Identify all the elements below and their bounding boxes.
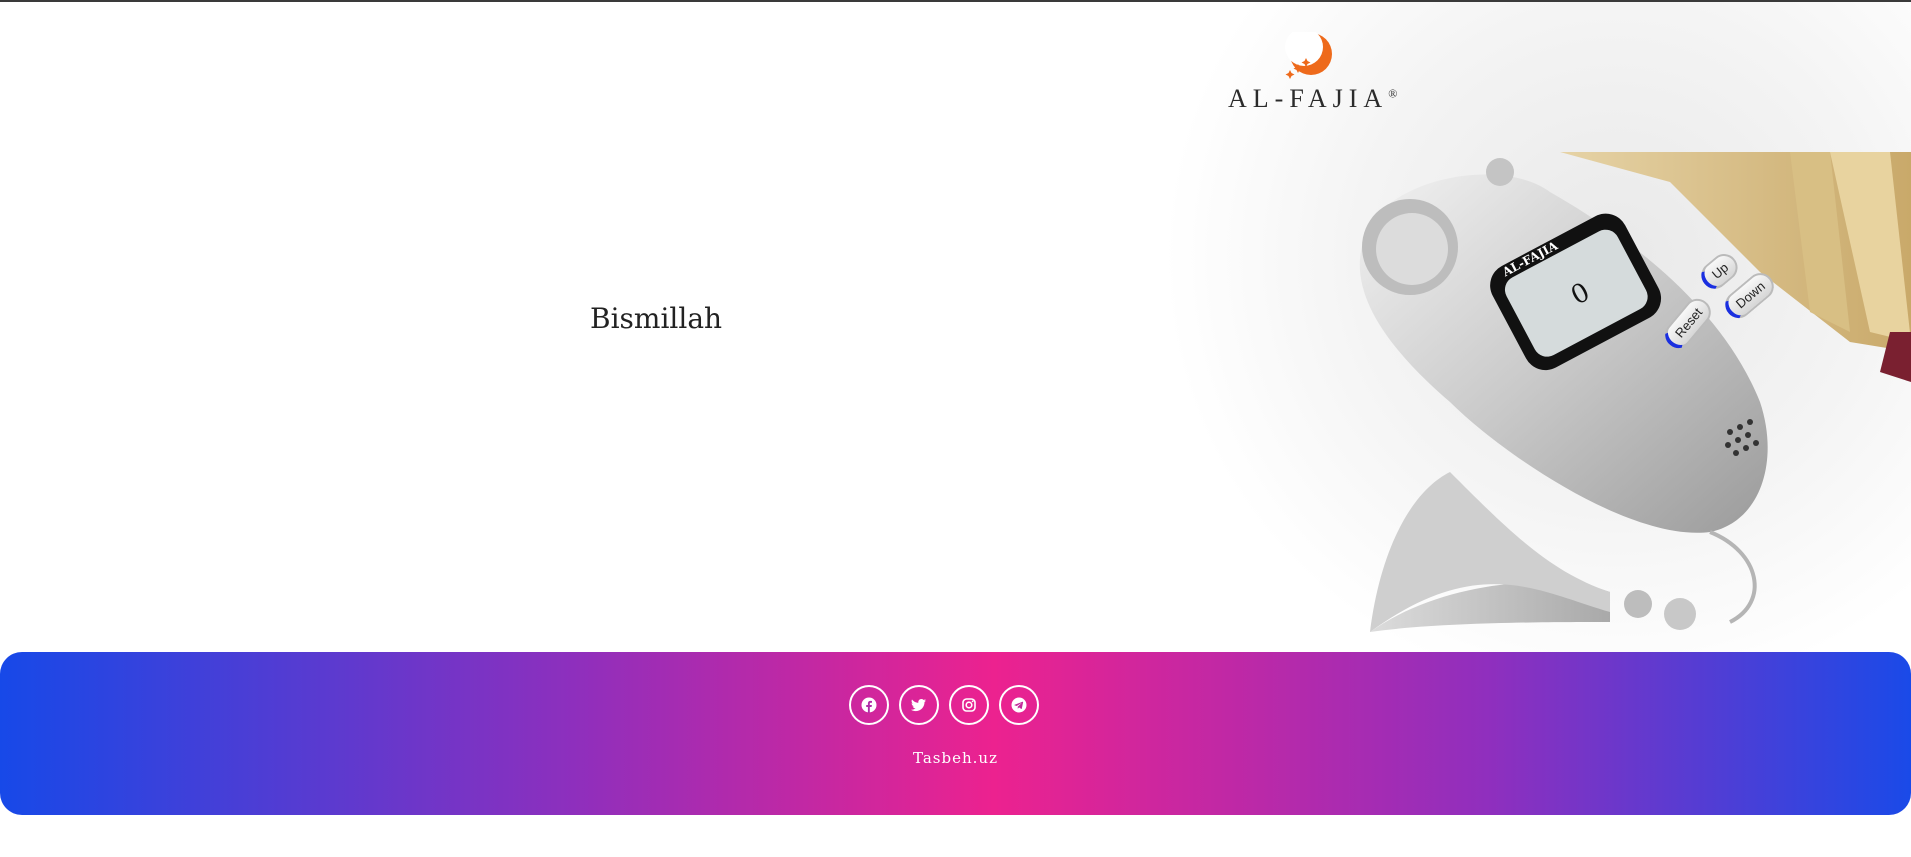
logo-text: AL-FAJIA® — [1228, 84, 1398, 113]
hero-section: AL-FAJIA® Bismillah AL-FAJIA 0 Up Down R… — [0, 2, 1911, 652]
footer: Tasbeh.uz — [0, 652, 1911, 815]
telegram-icon — [1011, 697, 1027, 713]
site-name: Tasbeh.uz — [913, 749, 998, 767]
counter-illustration: AL-FAJIA 0 — [1359, 152, 1911, 632]
twitter-icon — [911, 699, 926, 712]
social-links — [849, 685, 1039, 729]
crescent-moon-icon — [1285, 32, 1332, 79]
brand-logo: AL-FAJIA® — [1228, 32, 1398, 132]
registered-mark: ® — [1388, 86, 1398, 101]
tasbeh-counter-device: AL-FAJIA 0 Up Down Reset — [1290, 152, 1911, 652]
instagram-link[interactable] — [949, 685, 989, 725]
twitter-link[interactable] — [899, 685, 939, 725]
instagram-icon — [962, 698, 976, 712]
dhikr-text: Bismillah — [590, 302, 723, 335]
telegram-link[interactable] — [999, 685, 1039, 725]
facebook-icon — [861, 697, 877, 713]
facebook-link[interactable] — [849, 685, 889, 725]
